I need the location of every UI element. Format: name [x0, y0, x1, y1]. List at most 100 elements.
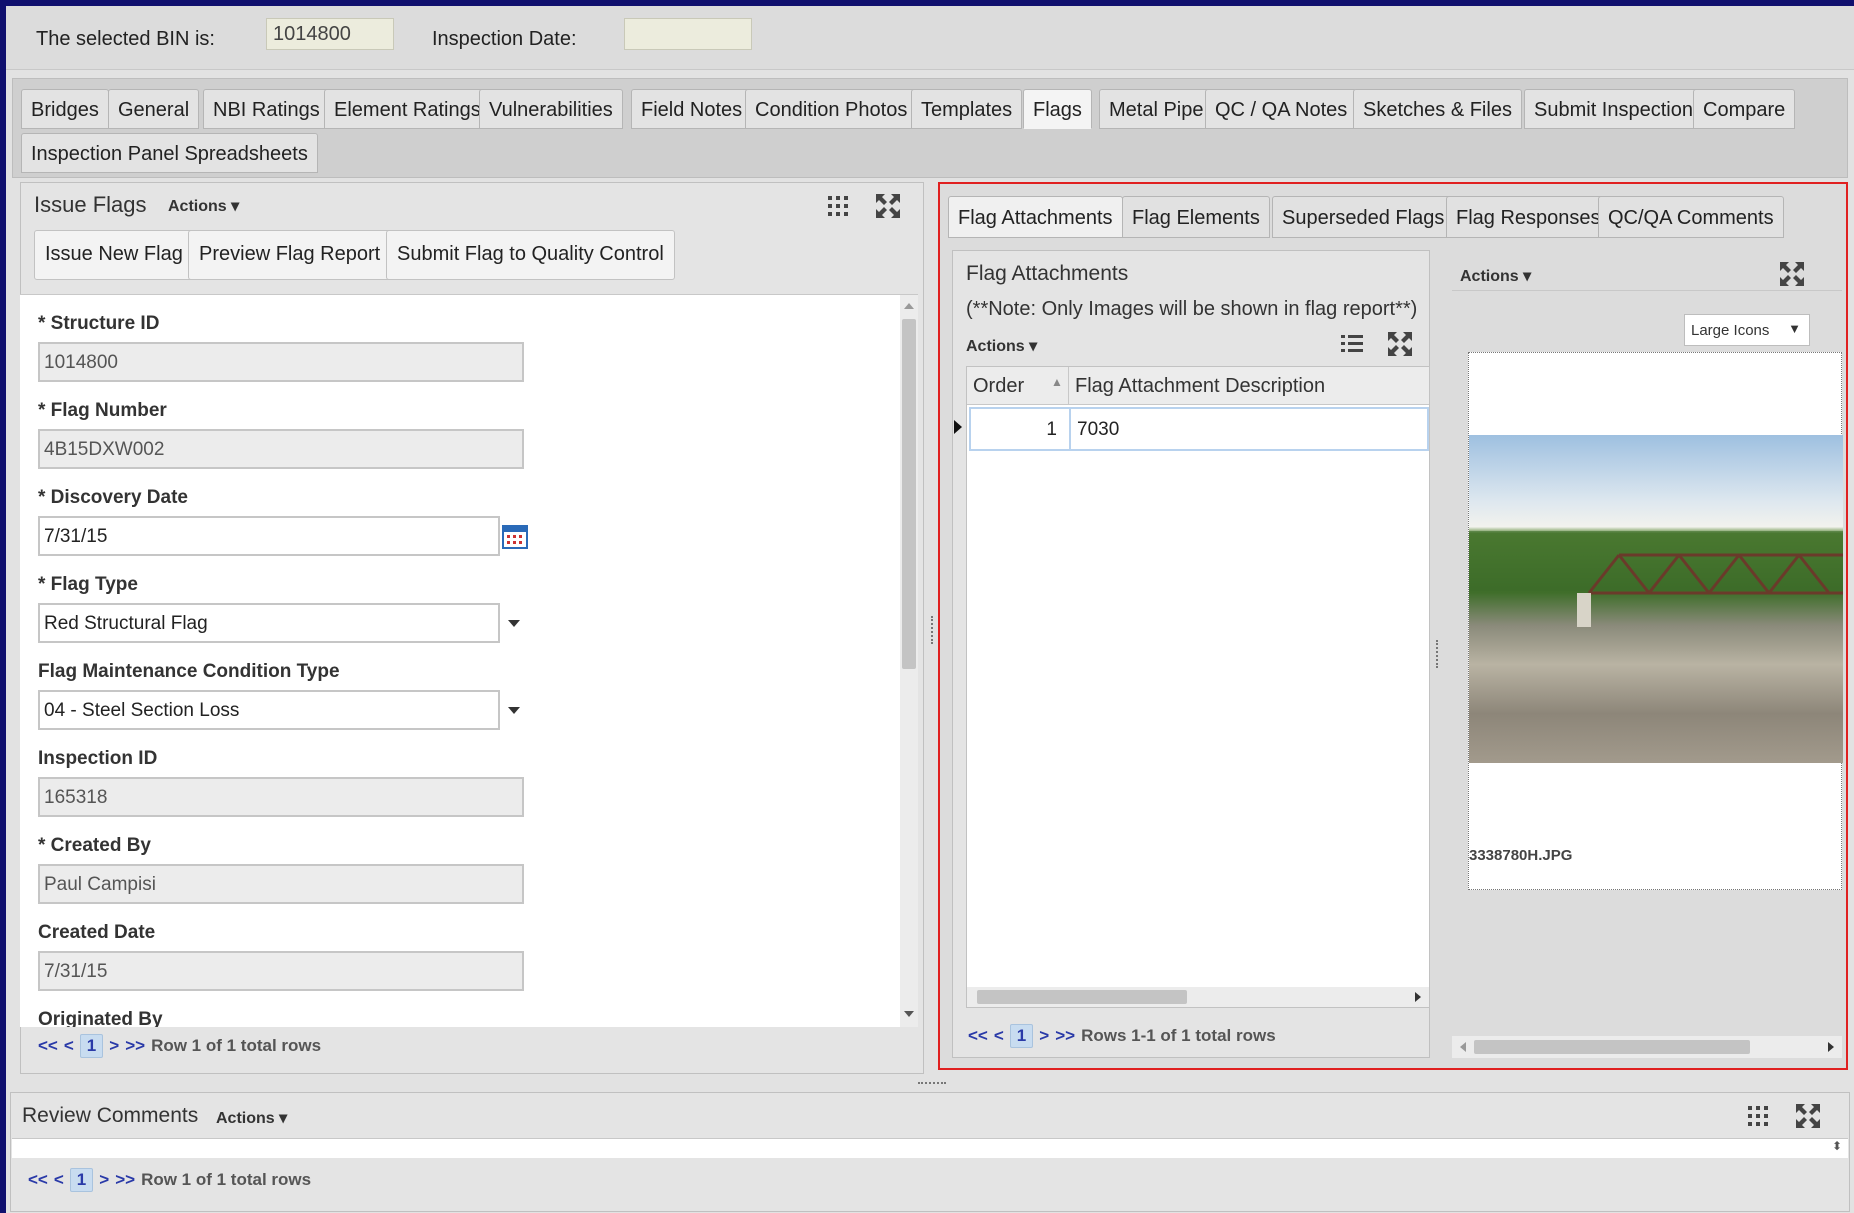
tab-templates[interactable]: Templates — [911, 89, 1023, 129]
calendar-icon[interactable] — [502, 523, 528, 549]
tab-sketches-files[interactable]: Sketches & Files — [1353, 89, 1522, 129]
scroll-right-icon[interactable] — [1828, 1042, 1834, 1052]
attachments-actions-menu[interactable]: Actions ▾ — [966, 336, 1037, 356]
pager-page[interactable]: 1 — [69, 1168, 94, 1192]
horizontal-splitter[interactable] — [918, 1082, 946, 1086]
form-scrollbar[interactable] — [900, 295, 918, 1027]
column-flag-attachment-description[interactable]: Flag Attachment Description — [1075, 375, 1325, 398]
pager-last[interactable]: >> — [1055, 1026, 1075, 1045]
subtab-flag-elements[interactable]: Flag Elements — [1122, 196, 1270, 238]
pager-next[interactable]: > — [1039, 1026, 1049, 1045]
subtab-flag-attachments[interactable]: Flag Attachments — [948, 196, 1123, 238]
maximize-icon[interactable] — [1794, 1102, 1822, 1130]
sort-asc-icon[interactable]: ▲ — [1051, 375, 1063, 389]
pager-first[interactable]: << — [38, 1036, 58, 1055]
issue-flags-actions-menu[interactable]: Actions ▾ — [168, 196, 239, 216]
row-order: 1 — [1046, 419, 1057, 440]
maximize-icon[interactable] — [1778, 260, 1806, 288]
issue-flags-pager: << <1 > >> Row 1 of 1 total rows — [38, 1034, 321, 1058]
tab-element-ratings[interactable]: Element Ratings — [324, 89, 491, 129]
pager-last[interactable]: >> — [125, 1036, 145, 1055]
review-actions-menu[interactable]: Actions ▾ — [216, 1108, 287, 1128]
view-mode-select[interactable]: Large Icons ▼ — [1684, 314, 1810, 346]
created-by-field: Paul Campisi — [38, 864, 524, 904]
attachment-thumbnail-card[interactable]: 3338780H.JPG — [1468, 352, 1843, 890]
pager-next[interactable]: > — [99, 1170, 109, 1189]
grid-horizontal-scrollbar[interactable] — [967, 987, 1429, 1007]
submit-flag-qc-button[interactable]: Submit Flag to Quality Control — [386, 230, 675, 280]
table-row[interactable]: 1 7030 — [969, 407, 1429, 451]
preview-scroll-thumb[interactable] — [1474, 1040, 1750, 1054]
grid-icon[interactable] — [1744, 1102, 1772, 1130]
review-comments-title: Review Comments — [22, 1104, 199, 1127]
scroll-down-icon[interactable] — [904, 1011, 914, 1017]
originated-by-label: Originated By — [38, 1009, 163, 1027]
tab-bridges[interactable]: Bridges — [21, 89, 109, 129]
scroll-right-icon[interactable] — [1415, 992, 1421, 1002]
tab-field-notes[interactable]: Field Notes — [631, 89, 753, 129]
pager-first[interactable]: << — [28, 1170, 48, 1189]
grid-scroll-thumb[interactable] — [977, 990, 1187, 1004]
discovery-date-field[interactable]: 7/31/15 — [38, 516, 500, 556]
flag-form: * Structure ID 1014800 * Flag Number 4B1… — [20, 294, 918, 1027]
pager-page[interactable]: 1 — [79, 1034, 104, 1058]
tab-compare[interactable]: Compare — [1693, 89, 1796, 129]
list-view-icon[interactable] — [1338, 330, 1366, 358]
subtab-superseded-flags[interactable]: Superseded Flags — [1272, 196, 1455, 238]
maximize-icon[interactable] — [874, 192, 902, 220]
flag-details-panel: Flag Attachments Flag Elements Supersede… — [938, 182, 1848, 1070]
pager-prev[interactable]: < — [54, 1170, 64, 1189]
maximize-icon[interactable] — [1386, 330, 1414, 358]
tab-metal-pipe[interactable]: Metal Pipe — [1099, 89, 1214, 129]
form-scroll-thumb[interactable] — [902, 319, 916, 669]
flag-type-select[interactable]: Red Structural Flag — [38, 603, 500, 643]
flag-type-label: * Flag Type — [38, 574, 138, 595]
row-description: 7030 — [1077, 419, 1120, 440]
bin-label: The selected BIN is: — [36, 28, 215, 50]
attachment-file-name: 3338780H.JPG — [1469, 847, 1573, 864]
flag-type-dropdown-icon[interactable] — [508, 620, 520, 627]
preview-actions-menu[interactable]: Actions ▾ — [1460, 266, 1531, 286]
structure-id-label: * Structure ID — [38, 313, 160, 334]
maint-condition-select[interactable]: 04 - Steel Section Loss — [38, 690, 500, 730]
flag-number-field: 4B15DXW002 — [38, 429, 524, 469]
subtab-flag-responses[interactable]: Flag Responses — [1446, 196, 1611, 238]
pager-first[interactable]: << — [968, 1026, 988, 1045]
grid-icon[interactable] — [824, 192, 852, 220]
created-date-field: 7/31/15 — [38, 951, 524, 991]
pager-page[interactable]: 1 — [1009, 1024, 1034, 1048]
bridge-photo — [1469, 435, 1843, 763]
pager-prev[interactable]: < — [64, 1036, 74, 1055]
tab-qc-qa-notes[interactable]: QC / QA Notes — [1205, 89, 1358, 129]
preview-flag-report-button[interactable]: Preview Flag Report — [188, 230, 392, 280]
review-grid-header: ⬍ — [12, 1138, 1848, 1158]
chevron-down-icon[interactable]: ▼ — [1788, 321, 1801, 336]
tab-inspection-panel-spreadsheets[interactable]: Inspection Panel Spreadsheets — [21, 133, 318, 173]
subtab-qcqa-comments[interactable]: QC/QA Comments — [1598, 196, 1784, 238]
tab-flags[interactable]: Flags — [1023, 89, 1092, 129]
created-by-label: * Created By — [38, 835, 151, 856]
scroll-updown-icon[interactable]: ⬍ — [1832, 1139, 1842, 1153]
scroll-up-icon[interactable] — [904, 303, 914, 309]
vertical-splitter[interactable] — [931, 616, 935, 644]
pager-last[interactable]: >> — [115, 1170, 135, 1189]
tab-condition-photos[interactable]: Condition Photos — [745, 89, 918, 129]
scroll-left-icon[interactable] — [1460, 1042, 1466, 1052]
pager-prev[interactable]: < — [994, 1026, 1004, 1045]
attachments-pager: << <1 > >> Rows 1-1 of 1 total rows — [968, 1024, 1276, 1048]
flag-number-label: * Flag Number — [38, 400, 167, 421]
current-row-indicator-icon — [954, 420, 962, 434]
tab-vulnerabilities[interactable]: Vulnerabilities — [479, 89, 623, 129]
column-order[interactable]: Order — [973, 375, 1024, 398]
discovery-date-label: * Discovery Date — [38, 487, 188, 508]
preview-horizontal-scrollbar[interactable] — [1452, 1036, 1842, 1058]
bin-header: The selected BIN is: 1014800 Inspection … — [6, 6, 1854, 70]
issue-new-flag-button[interactable]: Issue New Flag — [34, 230, 194, 280]
inner-splitter[interactable] — [1436, 640, 1440, 668]
tab-submit-inspection[interactable]: Submit Inspection — [1524, 89, 1703, 129]
attachments-title: Flag Attachments — [966, 262, 1129, 285]
tab-nbi-ratings[interactable]: NBI Ratings — [203, 89, 330, 129]
maint-condition-dropdown-icon[interactable] — [508, 707, 520, 714]
tab-general[interactable]: General — [108, 89, 200, 129]
pager-next[interactable]: > — [109, 1036, 119, 1055]
